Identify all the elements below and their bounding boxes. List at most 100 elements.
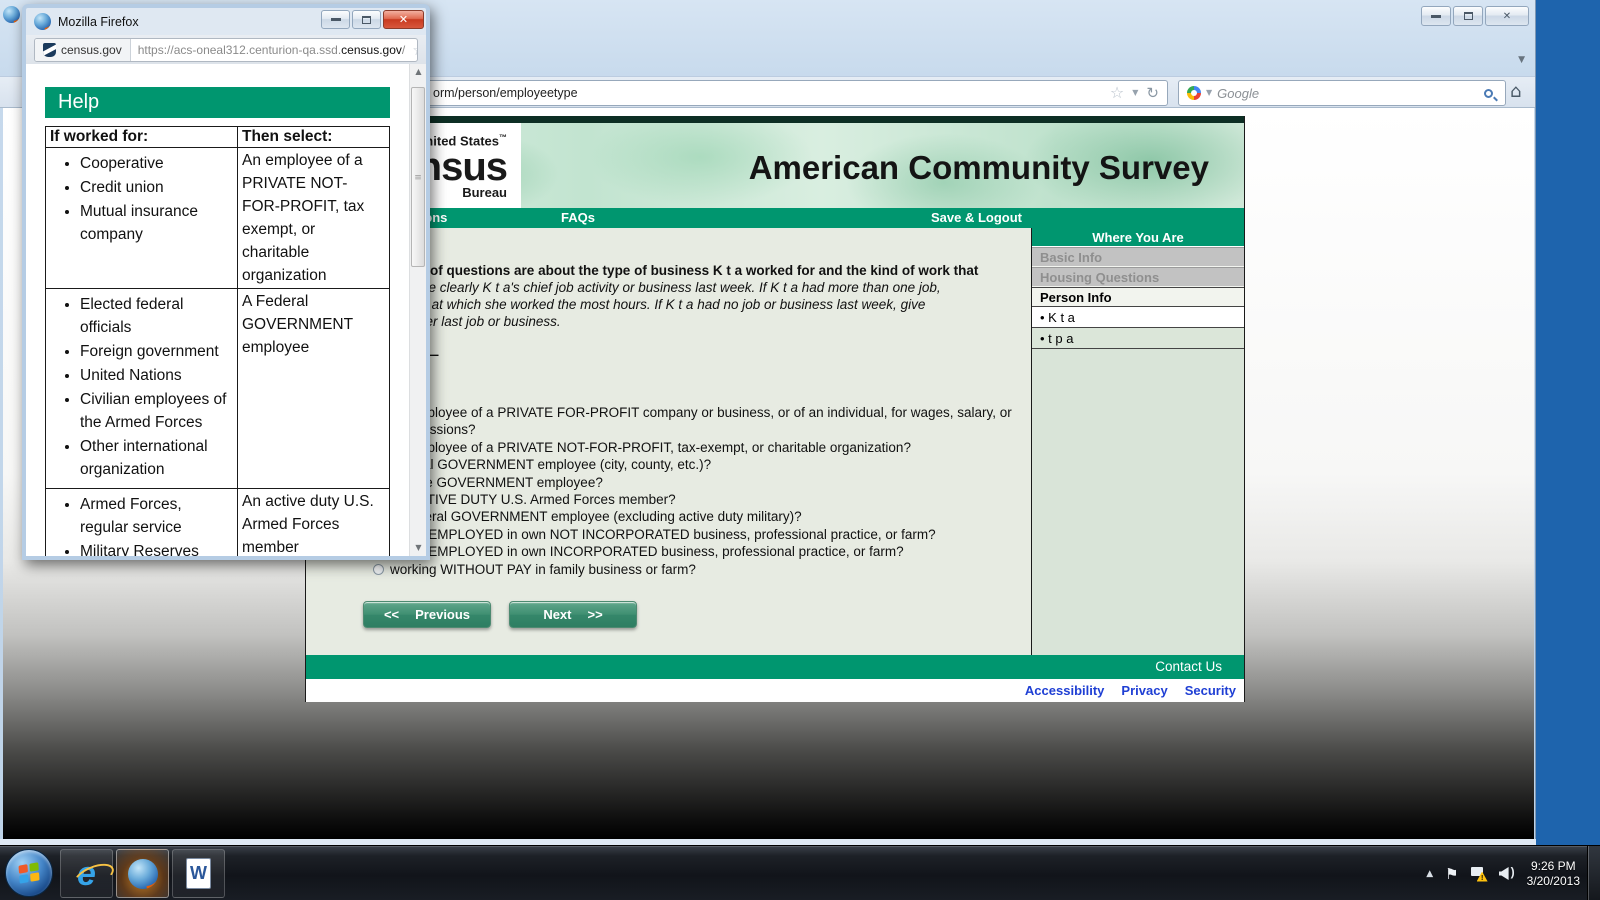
site-identity-icon <box>43 43 56 57</box>
search-icon[interactable] <box>1484 89 1493 98</box>
employee-type-options: an employee of a PRIVATE FOR-PROFIT comp… <box>373 404 1013 578</box>
radio-without-pay[interactable] <box>373 564 384 575</box>
internet-explorer-icon: e <box>77 857 96 891</box>
table-row: Elected federal officials Foreign govern… <box>46 289 390 489</box>
minimize-button[interactable] <box>1421 6 1451 26</box>
previous-label: Previous <box>415 607 470 622</box>
list-tabs-icon[interactable]: ▼ <box>1518 55 1525 65</box>
next-button[interactable]: Next >> <box>509 601 637 628</box>
desktop: ✕ ▼ orm/person/employeetype ☆ ▼ ↻ ▼ Goog… <box>0 0 1600 900</box>
next-label: Next <box>543 607 571 622</box>
popup-url-text: https://acs-oneal312.centurion-qa.ssd.ce… <box>131 43 406 57</box>
accessibility-link[interactable]: Accessibility <box>1025 683 1105 698</box>
logo-bureau: Bureau <box>462 186 507 200</box>
help-title-bar: Help <box>45 87 390 118</box>
page-top-border <box>306 116 1244 123</box>
table-row: Armed Forces, regular service Military R… <box>46 489 390 557</box>
google-logo-icon <box>1187 86 1201 100</box>
network-warning-icon[interactable]: ! <box>1471 867 1487 881</box>
minimize-icon <box>331 18 341 21</box>
maximize-icon <box>362 16 371 24</box>
nav-save-logout[interactable]: Save & Logout <box>931 208 1022 228</box>
option-state-government: a State GOVERNMENT employee? <box>373 474 1013 491</box>
help-table: If worked for: Then select: Cooperative … <box>45 126 390 556</box>
reload-icon[interactable]: ↻ <box>1146 86 1159 101</box>
show-hidden-icons-icon[interactable]: ▲ <box>1426 869 1433 879</box>
maximize-icon <box>1464 12 1473 20</box>
previous-chevrons: << <box>384 607 399 622</box>
contact-us-bar: Contact Us <box>306 655 1244 679</box>
popup-url-bar[interactable]: census.gov https://acs-oneal312.centurio… <box>34 38 418 62</box>
popup-window-title: Mozilla Firefox <box>58 15 139 29</box>
sidebar-item-housing-questions: Housing Questions <box>1032 267 1244 287</box>
help-col1-header: If worked for: <box>46 127 238 148</box>
word-icon: W <box>186 858 211 889</box>
scrollbar[interactable]: ▲ ≡ ▼ <box>409 64 426 556</box>
sidebar-item-kta[interactable]: • K t a <box>1032 307 1244 328</box>
option-self-employed-inc: SELF-EMPLOYED in own INCORPORATED busine… <box>373 543 1013 560</box>
site-identity-chip[interactable]: census.gov <box>35 39 131 61</box>
contact-us-link[interactable]: Contact Us <box>1155 659 1222 674</box>
start-button[interactable] <box>5 849 53 897</box>
where-you-are-title: Where You Are <box>1032 228 1244 247</box>
close-icon: ✕ <box>399 13 408 26</box>
help-content: Help If worked for: Then select: Coopera… <box>26 64 426 556</box>
where-you-are-panel: Where You Are Basic Info Housing Questio… <box>1031 228 1244 655</box>
bookmark-star-icon[interactable]: ☆ <box>1110 85 1124 101</box>
action-center-flag-icon[interactable]: ⚑ <box>1445 865 1458 883</box>
bookmark-star-icon[interactable]: ☆ <box>405 41 418 59</box>
privacy-link[interactable]: Privacy <box>1121 683 1167 698</box>
taskbar-internet-explorer[interactable]: e <box>60 849 113 898</box>
scroll-down-icon[interactable]: ▼ <box>410 540 426 556</box>
next-chevrons: >> <box>588 607 603 622</box>
taskbar-word[interactable]: W <box>172 849 225 898</box>
previous-button[interactable]: << Previous <box>363 601 491 628</box>
sidebar-item-basic-info: Basic Info <box>1032 247 1244 267</box>
close-button[interactable]: ✕ <box>1485 6 1529 26</box>
taskbar-clock[interactable]: 9:26 PM 3/20/2013 <box>1527 859 1580 889</box>
option-active-duty: an ACTIVE DUTY U.S. Armed Forces member? <box>373 491 1013 508</box>
page-title: American Community Survey <box>749 149 1209 187</box>
table-row: Cooperative Credit union Mutual insuranc… <box>46 148 390 289</box>
popup-minimize-button[interactable] <box>321 10 350 29</box>
maximize-button[interactable] <box>1453 6 1483 26</box>
nav-faqs[interactable]: FAQs <box>561 208 595 228</box>
search-box[interactable]: ▼ Google <box>1178 80 1506 106</box>
url-text: orm/person/employeetype <box>433 86 578 100</box>
help-table-header-row: If worked for: Then select: <box>46 127 390 148</box>
home-icon[interactable]: ⌂ <box>1510 81 1521 102</box>
popup-maximize-button[interactable] <box>352 10 381 29</box>
firefox-icon <box>3 6 20 23</box>
option-without-pay: working WITHOUT PAY in family business o… <box>373 561 1013 578</box>
acs-banner: United States™ Census Bureau American Co… <box>306 123 1244 208</box>
option-private-not-for-profit: an employee of a PRIVATE NOT-FOR-PROFIT,… <box>373 439 1013 456</box>
popup-close-button[interactable]: ✕ <box>383 10 424 29</box>
popup-titlebar[interactable]: Mozilla Firefox ✕ <box>26 8 426 35</box>
scrollbar-thumb[interactable]: ≡ <box>411 87 425 267</box>
volume-icon[interactable]: ) <box>1499 867 1515 880</box>
clock-time: 9:26 PM <box>1527 859 1580 874</box>
security-link[interactable]: Security <box>1185 683 1236 698</box>
option-federal-government: a Federal GOVERNMENT employee (excluding… <box>373 508 1013 525</box>
windows-flag-icon <box>19 863 40 884</box>
minimize-icon <box>1431 15 1441 18</box>
trademark-symbol: ™ <box>499 133 507 142</box>
taskbar-firefox-active[interactable] <box>116 849 169 898</box>
show-desktop-button[interactable] <box>1587 846 1600 900</box>
search-placeholder: Google <box>1217 86 1479 101</box>
url-dropdown-icon[interactable]: ▼ <box>1132 89 1138 97</box>
help-col2-header: Then select: <box>238 127 390 148</box>
firefox-icon <box>34 13 51 30</box>
scroll-up-icon[interactable]: ▲ <box>410 64 426 80</box>
footer-links: Accessibility Privacy Security <box>306 679 1244 702</box>
firefox-icon <box>128 859 158 889</box>
sidebar-item-tpa[interactable]: • t p a <box>1032 328 1244 349</box>
close-icon: ✕ <box>1503 11 1511 22</box>
popup-location-bar: census.gov https://acs-oneal312.centurio… <box>26 35 426 64</box>
option-local-government: a Local GOVERNMENT employee (city, count… <box>373 456 1013 473</box>
option-private-for-profit: an employee of a PRIVATE FOR-PROFIT comp… <box>373 404 1013 439</box>
taskbar: e W ▲ ⚑ ! ) 9:26 PM 3/20/2013 <box>0 845 1600 900</box>
search-engine-dropdown-icon[interactable]: ▼ <box>1206 89 1212 97</box>
system-tray: ▲ ⚑ ! ) 9:26 PM 3/20/2013 <box>1426 846 1580 900</box>
acs-navbar: Instructions FAQs Save & Logout <box>306 208 1244 228</box>
